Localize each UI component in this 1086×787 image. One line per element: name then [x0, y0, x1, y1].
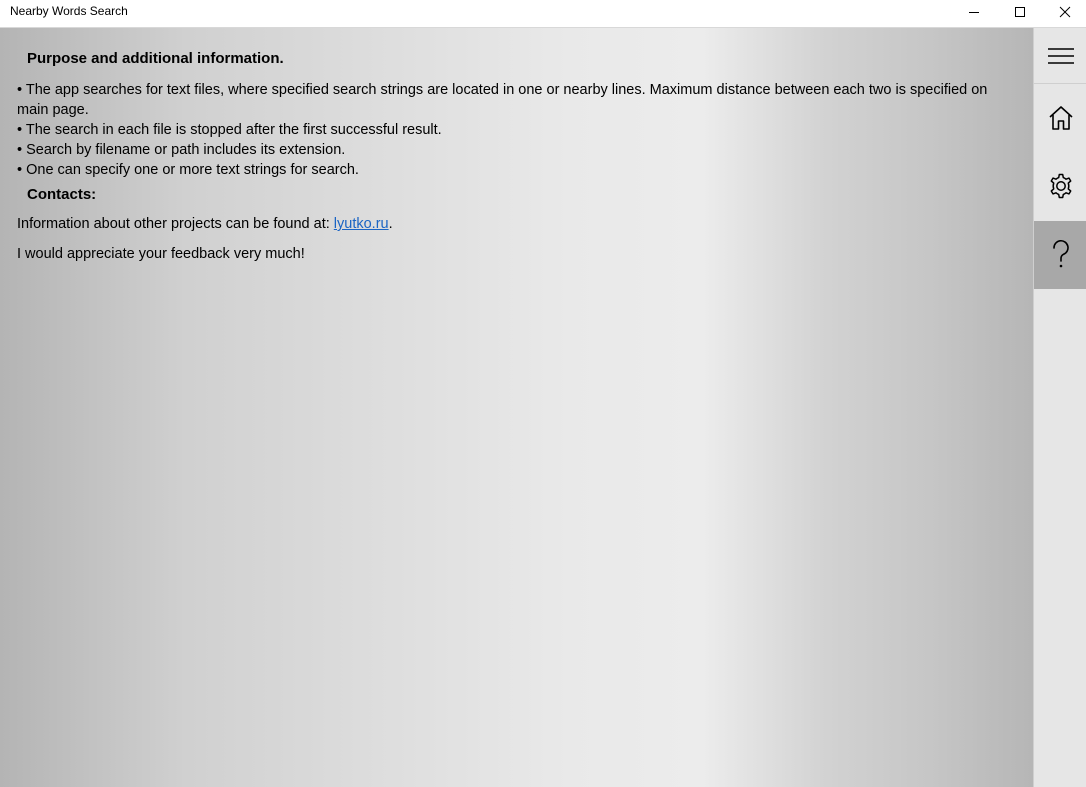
list-item: • One can specify one or more text strin…: [17, 162, 359, 178]
projects-info-suffix: .: [388, 216, 393, 232]
navigation-sidebar: [1033, 28, 1086, 787]
question-icon: [1052, 239, 1069, 268]
help-page-content: Purpose and additional information. • Th…: [0, 28, 1033, 787]
feedback-text: I would appreciate your feedback very mu…: [17, 246, 305, 262]
nav-home-button[interactable]: [1034, 84, 1086, 152]
nav-help-button[interactable]: [1034, 221, 1086, 289]
purpose-heading: Purpose and additional information.: [27, 50, 284, 67]
window-title: Nearby Words Search: [10, 4, 128, 18]
nav-settings-button[interactable]: [1034, 152, 1086, 220]
gear-icon: [1050, 173, 1071, 199]
list-item: • The app searches for text files, where…: [17, 82, 988, 118]
contacts-heading: Contacts:: [27, 186, 97, 203]
projects-info-text: Information about other projects can be …: [17, 216, 393, 232]
list-item: • Search by filename or path includes it…: [17, 142, 346, 158]
close-icon: [1059, 6, 1071, 18]
close-button[interactable]: [1042, 0, 1086, 24]
app-window: Nearby Words Search Purpose and addition…: [0, 0, 1086, 787]
website-link[interactable]: lyutko.ru: [334, 216, 389, 232]
maximize-button[interactable]: [997, 0, 1043, 24]
minimize-button[interactable]: [951, 0, 997, 24]
minimize-icon: [969, 12, 979, 13]
hamburger-icon: [1047, 47, 1074, 64]
home-icon: [1048, 106, 1073, 130]
projects-info-prefix: Information about other projects can be …: [17, 216, 334, 232]
maximize-icon: [1015, 7, 1025, 17]
info-bullet-list: • The app searches for text files, where…: [17, 80, 1017, 180]
title-bar: Nearby Words Search: [0, 0, 1086, 28]
hamburger-menu-button[interactable]: [1034, 28, 1086, 84]
list-item: • The search in each file is stopped aft…: [17, 122, 442, 138]
